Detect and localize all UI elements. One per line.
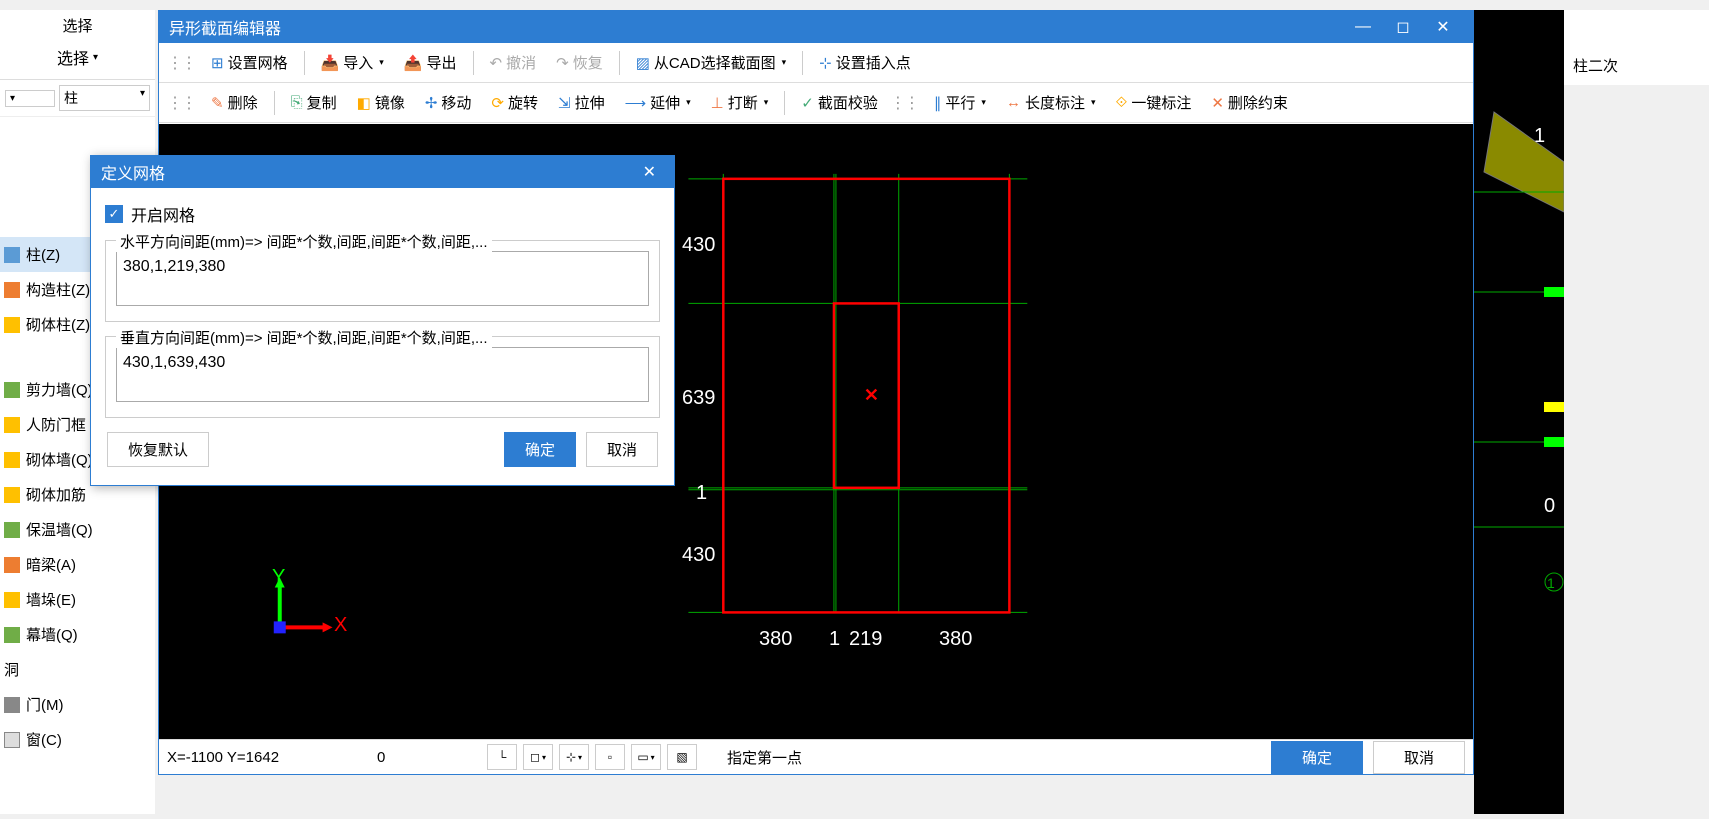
- dialog-cancel-button[interactable]: 取消: [586, 432, 658, 467]
- grid-dialog: 定义网格 ✕ ✓ 开启网格 水平方向间距(mm)=> 间距*个数,间距,间距*个…: [90, 155, 675, 486]
- one-click-dim-button[interactable]: ⟐一键标注: [1107, 88, 1199, 117]
- dialog-title: 定义网格: [101, 160, 165, 184]
- secondary-tab[interactable]: 柱二次: [1569, 15, 1704, 80]
- set-insert-button[interactable]: ⊹设置插入点: [811, 48, 919, 77]
- tree-item-curtain-wall[interactable]: 幕墙(Q): [0, 617, 155, 652]
- filter-row: 柱: [0, 80, 155, 117]
- status-ok-button[interactable]: 确定: [1271, 741, 1363, 774]
- snap-tool-6[interactable]: ▧: [667, 744, 697, 770]
- restore-default-button[interactable]: 恢复默认: [107, 432, 209, 467]
- v-dim-4: 430: [682, 544, 715, 567]
- snap-tool-4[interactable]: ▫: [595, 744, 625, 770]
- h-dim-4: 380: [939, 628, 972, 651]
- close-button[interactable]: ✕: [1423, 12, 1463, 42]
- axis-y-label: Y: [272, 566, 285, 589]
- maximize-button[interactable]: ◻: [1383, 12, 1423, 42]
- snap-tool-5[interactable]: ▭: [631, 744, 661, 770]
- delete-button[interactable]: ✎删除: [203, 88, 266, 117]
- wall-icon: [4, 452, 20, 468]
- copy-button[interactable]: ⎘复制: [283, 88, 345, 117]
- pillar-icon: [4, 247, 20, 263]
- window-icon: [4, 732, 20, 748]
- h-dim-3: 219: [849, 628, 882, 651]
- svg-text:✕: ✕: [864, 385, 879, 405]
- stretch-button[interactable]: ⇲拉伸: [550, 88, 613, 117]
- struct-icon: [4, 282, 20, 298]
- snap-tool-2[interactable]: ◻: [523, 744, 553, 770]
- h-spacing-label: 水平方向间距(mm)=> 间距*个数,间距,间距*个数,间距,...: [116, 231, 492, 252]
- redo-button[interactable]: ↷恢复: [548, 48, 611, 77]
- rotate-button[interactable]: ⟳旋转: [483, 88, 546, 117]
- grip-icon: ⋮⋮: [167, 53, 195, 73]
- pier-icon: [4, 592, 20, 608]
- curtain-icon: [4, 627, 20, 643]
- tree-item-wall-pier[interactable]: 墙垛(E): [0, 582, 155, 617]
- status-zero: 0: [377, 749, 457, 766]
- v-dim-3: 1: [696, 482, 707, 505]
- svg-text:1: 1: [1547, 575, 1555, 591]
- grip-icon: ⋮⋮: [890, 93, 918, 113]
- editor-title: 异形截面编辑器: [169, 15, 281, 39]
- dialog-close-button[interactable]: ✕: [635, 158, 664, 186]
- svg-text:0: 0: [1544, 495, 1555, 517]
- snap-tool-3[interactable]: ⊹: [559, 744, 589, 770]
- dialog-titlebar[interactable]: 定义网格 ✕: [91, 156, 674, 188]
- tree-item-hole[interactable]: 洞: [0, 652, 155, 687]
- insul-icon: [4, 522, 20, 538]
- export-button[interactable]: 📤导出: [396, 48, 465, 77]
- select-header: 选择: [5, 15, 150, 36]
- masonry-icon: [4, 317, 20, 333]
- parallel-button[interactable]: ∥平行▾: [926, 88, 994, 117]
- filter-dropdown-2[interactable]: 柱: [59, 85, 150, 111]
- minimize-button[interactable]: —: [1343, 12, 1383, 42]
- import-button[interactable]: 📥导入▾: [313, 48, 392, 77]
- checkbox-icon: ✓: [105, 205, 123, 223]
- command-prompt: 指定第一点: [727, 747, 802, 768]
- wall-icon: [4, 382, 20, 398]
- tree-item-insulation-wall[interactable]: 保温墙(Q): [0, 512, 155, 547]
- tree-item-hidden-beam[interactable]: 暗梁(A): [0, 547, 155, 582]
- v-dim-1: 430: [682, 234, 715, 257]
- dim-length-button[interactable]: ↔长度标注▾: [998, 88, 1104, 117]
- editor-titlebar[interactable]: 异形截面编辑器 — ◻ ✕: [159, 11, 1473, 43]
- mirror-button[interactable]: ◧镜像: [349, 88, 413, 117]
- snap-tool-1[interactable]: └: [487, 744, 517, 770]
- select-dropdown[interactable]: 选择: [5, 41, 150, 73]
- v-spacing-input[interactable]: [116, 347, 649, 402]
- select-group: 选择 选择: [0, 10, 155, 80]
- from-cad-button[interactable]: ▨从CAD选择截面图▾: [628, 48, 794, 77]
- enable-grid-checkbox[interactable]: ✓ 开启网格: [105, 202, 660, 226]
- toolbar-edit: ⋮⋮ ✎删除 ⎘复制 ◧镜像 ✢移动 ⟳旋转 ⇲拉伸 ⟶延伸▾ ⊥打断▾ ✓截面…: [159, 83, 1473, 123]
- dialog-ok-button[interactable]: 确定: [504, 432, 576, 467]
- beam-icon: [4, 557, 20, 573]
- status-cancel-button[interactable]: 取消: [1373, 741, 1465, 774]
- tree-item-door[interactable]: 门(M): [0, 687, 155, 722]
- break-button[interactable]: ⊥打断▾: [703, 88, 777, 117]
- svg-text:1: 1: [1534, 125, 1545, 147]
- undo-button[interactable]: ↶撤消: [482, 48, 545, 77]
- move-button[interactable]: ✢移动: [417, 88, 480, 117]
- frame-icon: [4, 417, 20, 433]
- h-spacing-input[interactable]: [116, 251, 649, 306]
- rebar-icon: [4, 487, 20, 503]
- toolbar-main: ⋮⋮ ⊞设置网格 📥导入▾ 📤导出 ↶撤消 ↷恢复 ▨从CAD选择截面图▾ ⊹设…: [159, 43, 1473, 83]
- status-bar: X=-1100 Y=1642 0 └ ◻ ⊹ ▫ ▭ ▧ 指定第一点 确定 取消: [159, 739, 1473, 774]
- coords-display: X=-1100 Y=1642: [167, 749, 367, 766]
- v-spacing-label: 垂直方向间距(mm)=> 间距*个数,间距,间距*个数,间距,...: [116, 327, 492, 348]
- filter-dropdown-1[interactable]: [5, 90, 55, 107]
- h-dim-1: 380: [759, 628, 792, 651]
- extend-button[interactable]: ⟶延伸▾: [617, 88, 699, 117]
- door-icon: [4, 697, 20, 713]
- h-dim-2: 1: [829, 628, 840, 651]
- right-3d-view[interactable]: 1 0 1: [1474, 10, 1564, 814]
- set-grid-button[interactable]: ⊞设置网格: [203, 48, 296, 77]
- tree-item-window[interactable]: 窗(C): [0, 722, 155, 757]
- del-constraint-button[interactable]: ✕删除约束: [1203, 88, 1296, 117]
- far-right-panel: 柱二次: [1564, 10, 1709, 85]
- validate-button[interactable]: ✓截面校验: [793, 88, 886, 117]
- grip-icon: ⋮⋮: [167, 93, 195, 113]
- v-dim-2: 639: [682, 387, 715, 410]
- axis-x-label: X: [334, 614, 347, 637]
